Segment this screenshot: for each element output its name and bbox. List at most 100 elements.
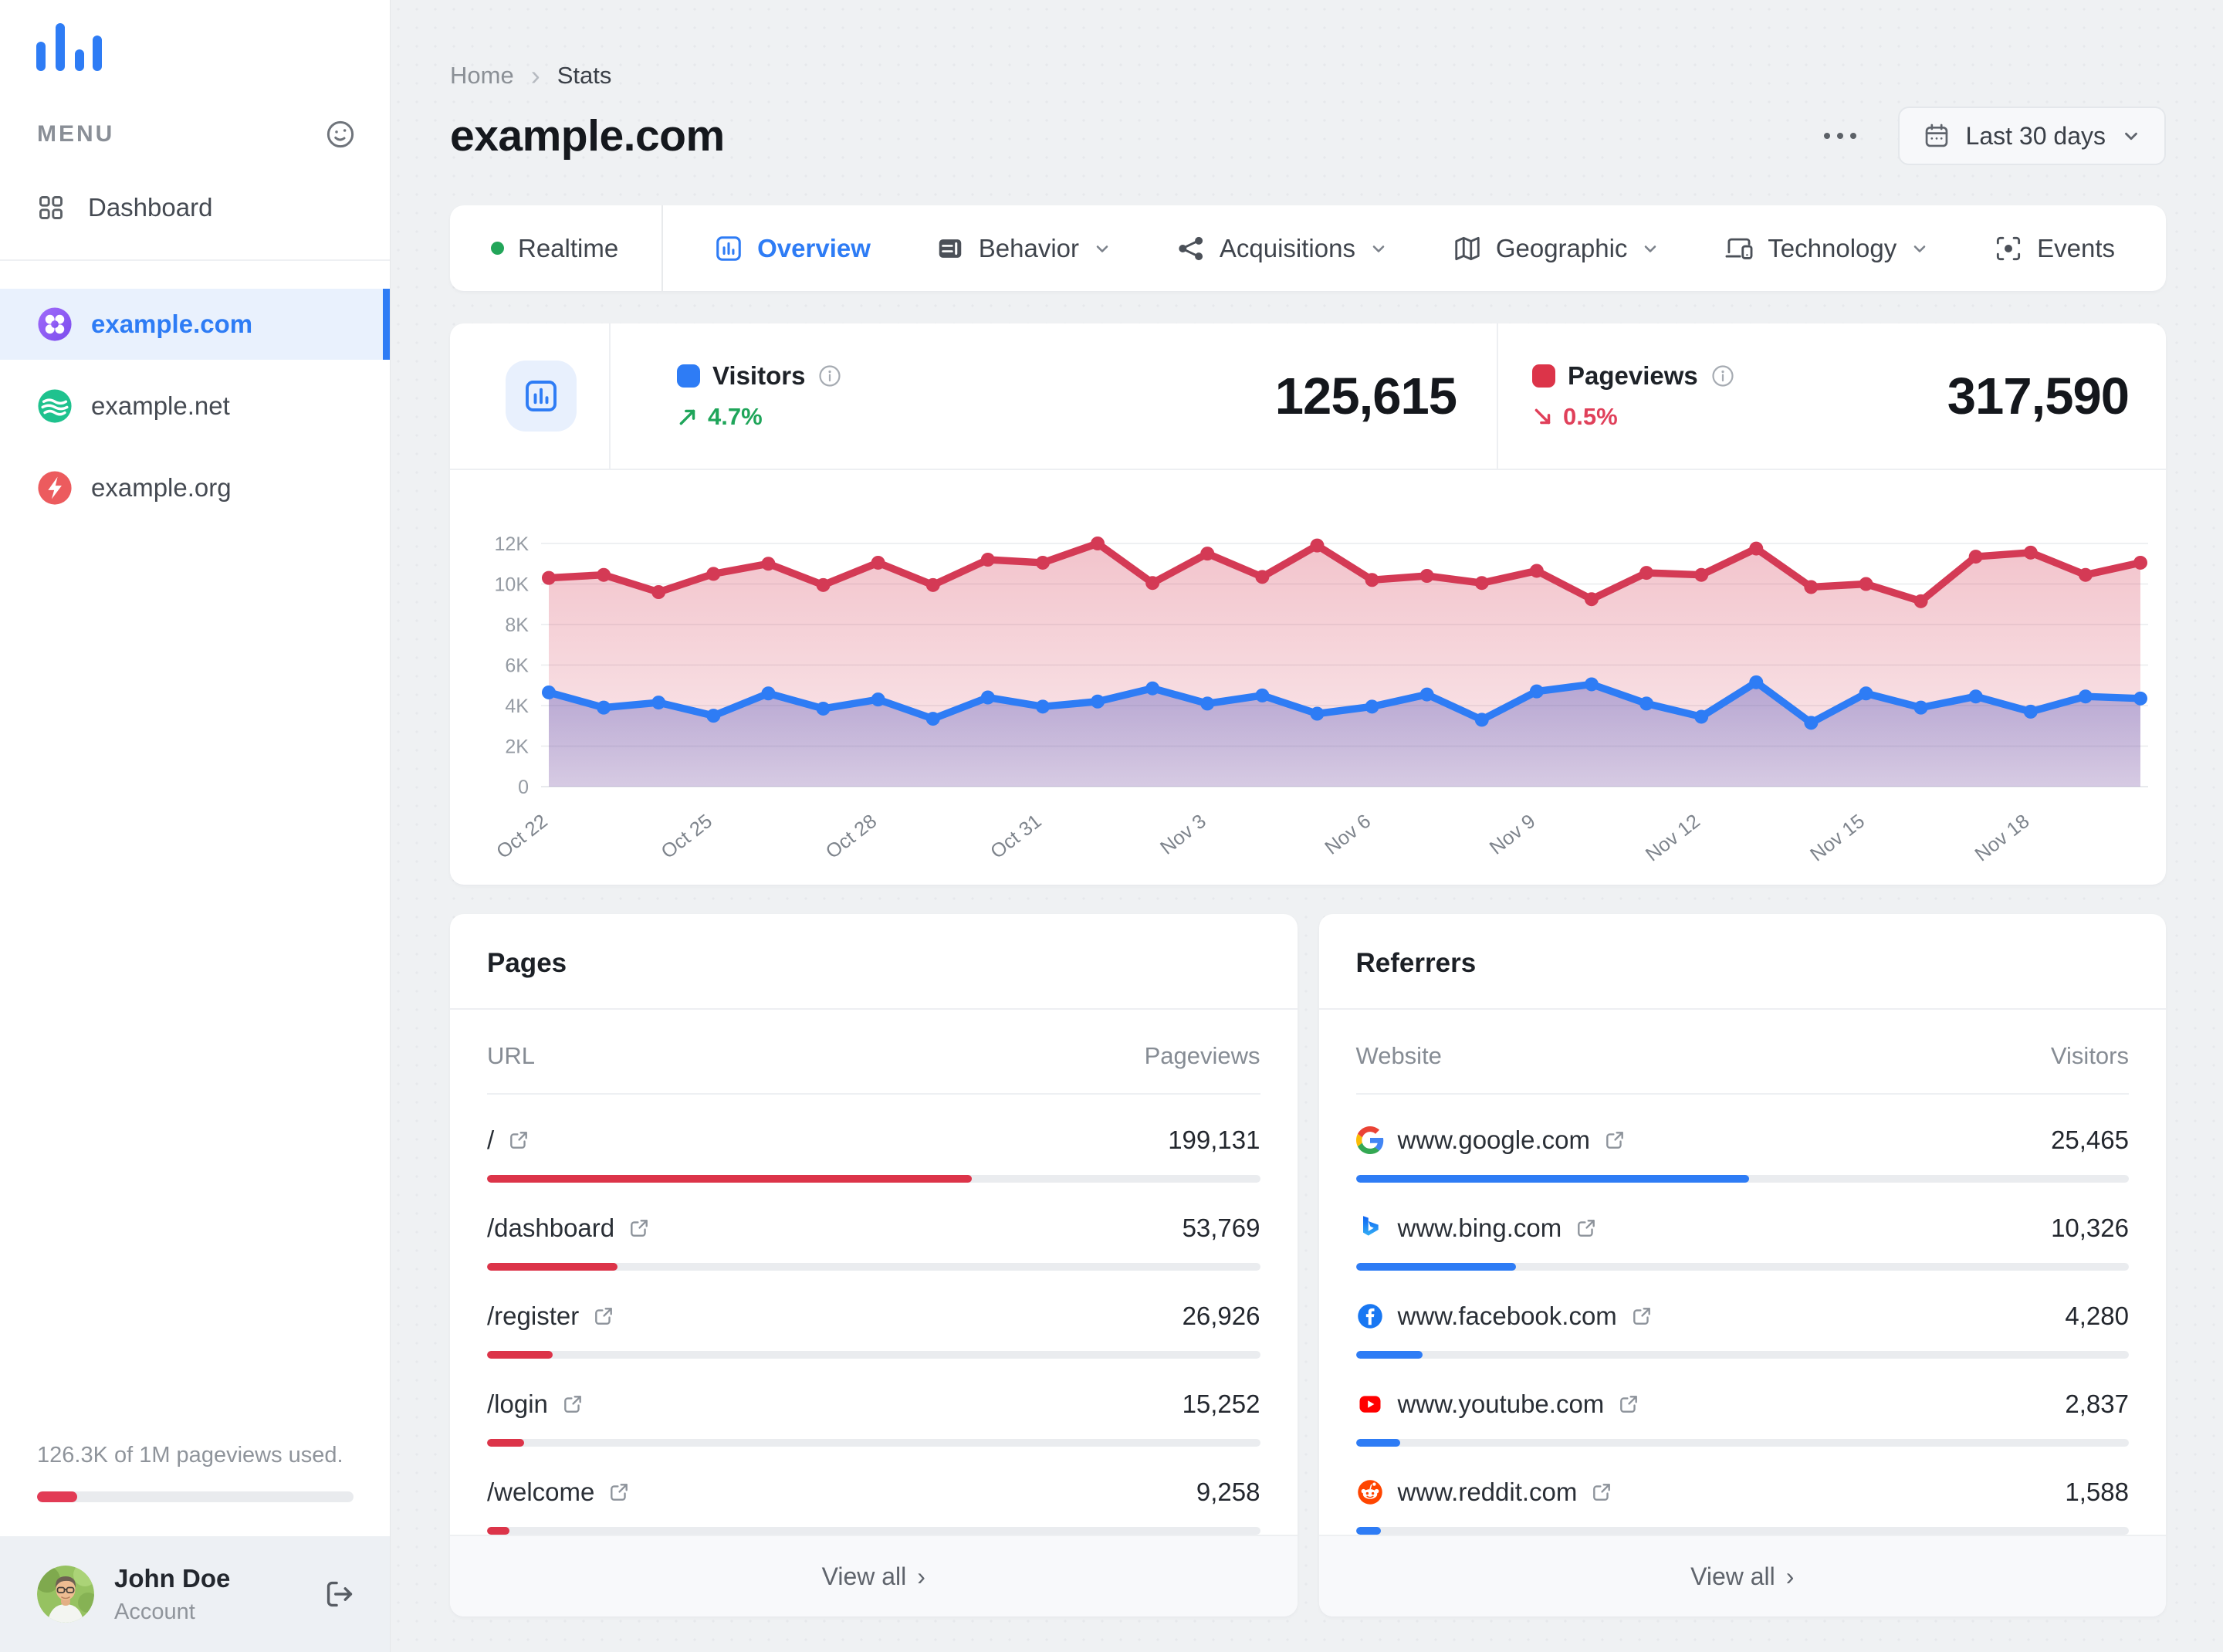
calendar-icon — [1925, 124, 1947, 147]
referrers-rows: www.google.com 25,465 www.bing.com 10,32… — [1319, 1095, 2167, 1535]
main-content: Home › Stats example.com Last 30 days Re… — [390, 0, 2223, 1652]
external-link-icon[interactable] — [1575, 1217, 1597, 1239]
logout-icon[interactable] — [323, 1578, 356, 1610]
table-row: www.reddit.com 1,588 — [1355, 1478, 2129, 1535]
sidebar-site-example-com[interactable]: example.com — [0, 289, 390, 360]
referrer-bar — [1355, 1351, 2129, 1359]
traffic-chart: 0 2K 4K 6K 8K 10K 12K Oct 22 Oct 25 Oct 28 Oct 31 N… — [450, 470, 2166, 883]
referrer-site: www.facebook.com — [1397, 1302, 1617, 1330]
page-pageviews: 53,769 — [1182, 1214, 1260, 1242]
avatar — [37, 1566, 94, 1623]
external-link-icon[interactable] — [593, 1305, 614, 1327]
visitors-swatch — [677, 364, 700, 388]
referrer-site: www.youtube.com — [1397, 1390, 1605, 1418]
sidebar-site-example-org[interactable]: example.org — [0, 452, 390, 523]
tab-overview[interactable]: Overview — [714, 234, 871, 263]
site-clover-icon — [38, 307, 72, 341]
more-options-icon[interactable] — [1816, 125, 1864, 147]
view-all-label: View all — [821, 1562, 907, 1590]
chevron-right-icon: › — [1785, 1562, 1795, 1590]
pageviews-trend: 0.5% — [1563, 403, 1618, 430]
page-bar — [487, 1263, 1260, 1271]
tab-realtime[interactable]: Realtime — [450, 205, 661, 291]
view-all-label: View all — [1690, 1562, 1775, 1590]
usage-meter: 126.3K of 1M pageviews used. — [0, 1443, 390, 1502]
referrer-bar — [1355, 1263, 2129, 1271]
youtube-icon — [1356, 1390, 1384, 1418]
app-logo-icon — [36, 23, 390, 71]
google-icon — [1355, 1126, 1384, 1154]
breadcrumb-home[interactable]: Home — [450, 62, 514, 90]
sidebar: MENU Dashboard example.com example.net e… — [0, 0, 390, 1652]
table-row: www.facebook.com 4,280 — [1355, 1302, 2129, 1359]
site-label: example.net — [91, 391, 230, 420]
overview-card: Visitors 4.7% 125,615 Pageviews 0.5% 317… — [450, 323, 2166, 885]
sidebar-site-example-net[interactable]: example.net — [0, 371, 390, 442]
page-pageviews: 15,252 — [1182, 1390, 1260, 1418]
referrer-visitors: 2,837 — [2065, 1390, 2129, 1418]
sidebar-item-dashboard[interactable]: Dashboard — [37, 193, 390, 259]
referrer-visitors: 4,280 — [2065, 1302, 2129, 1330]
external-link-icon[interactable] — [1631, 1305, 1653, 1327]
tab-label: Acquisitions — [1219, 233, 1355, 262]
referrer-bar — [1355, 1175, 2129, 1183]
info-icon[interactable] — [1710, 364, 1735, 388]
events-focus-icon — [1997, 236, 2021, 260]
dashboard-grid-icon — [39, 196, 63, 219]
site-label: example.com — [91, 310, 253, 338]
tab-acquisitions[interactable]: Acquisitions — [1176, 234, 1388, 263]
tab-label: Behavior — [978, 233, 1080, 262]
external-link-icon[interactable] — [1618, 1393, 1639, 1415]
referrers-view-all-button[interactable]: View all › — [1318, 1535, 2166, 1616]
chevron-right-icon: › — [917, 1562, 925, 1590]
page-bar — [487, 1527, 1260, 1535]
tab-geographic[interactable]: Geographic — [1453, 234, 1660, 263]
table-row: www.google.com 25,465 — [1355, 1126, 2129, 1183]
geographic-map-icon — [1455, 236, 1480, 260]
menu-heading: MENU — [37, 121, 115, 147]
account-section[interactable]: John Doe Account — [0, 1536, 390, 1652]
tab-technology[interactable]: Technology — [1724, 234, 1929, 263]
svg-text:4K: 4K — [505, 696, 529, 717]
chevron-down-icon — [1096, 245, 1108, 252]
tab-behavior[interactable]: Behavior — [936, 234, 1112, 263]
external-link-icon[interactable] — [1591, 1481, 1612, 1503]
external-link-icon[interactable] — [1604, 1129, 1626, 1151]
pageviews-swatch — [1532, 364, 1555, 388]
info-icon[interactable] — [817, 364, 842, 388]
table-row: /dashboard 53,769 — [487, 1214, 1260, 1271]
trend-down-icon — [1534, 408, 1551, 425]
svg-text:6K: 6K — [505, 655, 529, 677]
page-url: /login — [487, 1390, 548, 1418]
referrers-col-visitors: Visitors — [2050, 1042, 2129, 1069]
svg-text:8K: 8K — [505, 614, 529, 636]
chevron-down-icon — [2125, 132, 2137, 140]
sidebar-item-label: Dashboard — [88, 193, 213, 222]
tab-label: Technology — [1768, 233, 1897, 262]
svg-text:Oct 25: Oct 25 — [658, 811, 716, 863]
page-bar — [487, 1439, 1260, 1447]
date-range-label: Last 30 days — [1965, 121, 2106, 150]
visitors-label: Visitors — [712, 361, 806, 390]
overview-chart-icon — [716, 235, 741, 261]
pages-view-all-button[interactable]: View all › — [450, 1535, 1298, 1616]
pages-col-pageviews: Pageviews — [1144, 1042, 1260, 1069]
account-role: Account — [114, 1599, 195, 1624]
svg-text:Oct 22: Oct 22 — [492, 811, 551, 863]
svg-text:2K: 2K — [505, 736, 529, 758]
external-link-icon[interactable] — [508, 1129, 530, 1151]
referrers-card: Referrers Website Visitors www.google.co… — [1318, 914, 2167, 1616]
date-range-button[interactable]: Last 30 days — [1897, 107, 2166, 165]
usage-progressbar — [37, 1491, 354, 1502]
external-link-icon[interactable] — [628, 1217, 650, 1239]
external-link-icon[interactable] — [608, 1481, 630, 1503]
visitors-value: 125,615 — [1274, 367, 1457, 425]
pages-rows: / 199,131 /dashboard 53,769 /register 26… — [450, 1095, 1298, 1535]
stats-row: Visitors 4.7% 125,615 Pageviews 0.5% 317… — [450, 323, 2166, 470]
tab-events[interactable]: Events — [1994, 234, 2115, 263]
external-link-icon[interactable] — [562, 1393, 584, 1415]
page-bar — [487, 1351, 1260, 1359]
page-pageviews: 26,926 — [1182, 1302, 1260, 1330]
page-url: /welcome — [487, 1478, 595, 1506]
theme-toggle-icon[interactable] — [325, 119, 356, 150]
